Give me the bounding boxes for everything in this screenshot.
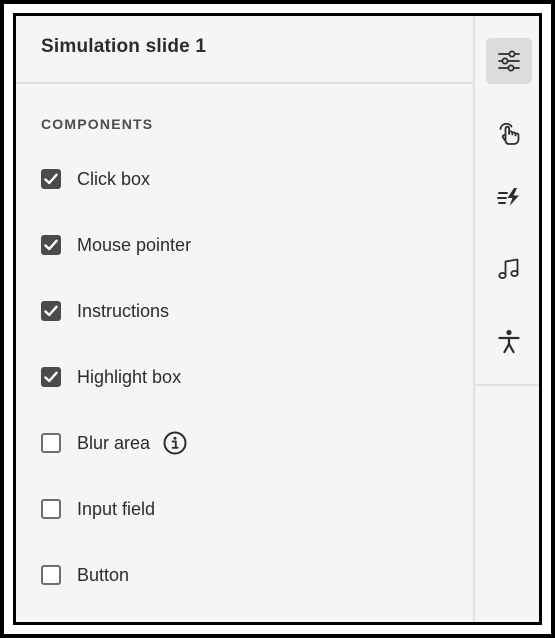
- rail-tab-interaction[interactable]: [486, 110, 532, 156]
- checkbox-label-blur-area: Blur area: [77, 432, 151, 453]
- properties-panel: Simulation slide 1 COMPONENTS Click box: [13, 13, 542, 625]
- checkmark-icon: [44, 173, 58, 185]
- checkbox-row-instructions[interactable]: Instructions: [41, 299, 169, 323]
- info-icon[interactable]: [163, 431, 187, 455]
- rail-divider: [475, 384, 539, 386]
- checkbox-input-field[interactable]: [41, 499, 61, 519]
- checkbox-row-blur-area[interactable]: Blur area: [41, 431, 187, 455]
- checkmark-icon: [44, 239, 58, 251]
- checkbox-label-button: Button: [77, 564, 130, 585]
- checkbox-label-highlight-box: Highlight box: [77, 366, 182, 387]
- panel-header: Simulation slide 1: [16, 16, 473, 84]
- rail-tab-accessibility[interactable]: [486, 318, 532, 364]
- music-note-icon: [498, 258, 519, 279]
- sliders-icon: [498, 50, 520, 72]
- components-section-label: COMPONENTS: [41, 116, 154, 132]
- checkbox-row-button[interactable]: Button: [41, 563, 129, 587]
- checkmark-icon: [44, 305, 58, 317]
- checkbox-blur-area[interactable]: [41, 433, 61, 453]
- checkbox-label-mouse-pointer: Mouse pointer: [77, 234, 192, 255]
- outer-frame: Simulation slide 1 COMPONENTS Click box: [0, 0, 555, 638]
- checkbox-button[interactable]: [41, 565, 61, 585]
- checkbox-row-click-box[interactable]: Click box: [41, 167, 150, 191]
- checkbox-row-mouse-pointer[interactable]: Mouse pointer: [41, 233, 191, 257]
- main-panel: Simulation slide 1 COMPONENTS Click box: [16, 16, 473, 622]
- transition-effect-icon: [497, 188, 519, 206]
- rail-tab-effects[interactable]: [486, 174, 532, 220]
- touch-hand-icon: [499, 122, 520, 145]
- panel-title: Simulation slide 1: [41, 36, 207, 57]
- checkbox-row-highlight-box[interactable]: Highlight box: [41, 365, 181, 389]
- checkbox-click-box[interactable]: [41, 169, 61, 189]
- checkbox-label-click-box: Click box: [77, 168, 151, 189]
- rail-tab-properties[interactable]: [486, 38, 532, 84]
- accessibility-icon: [498, 329, 520, 354]
- rail-tab-audio[interactable]: [486, 246, 532, 292]
- checkbox-highlight-box[interactable]: [41, 367, 61, 387]
- side-rail: [473, 16, 539, 622]
- checkbox-instructions[interactable]: [41, 301, 61, 321]
- checkmark-icon: [44, 371, 58, 383]
- checkbox-mouse-pointer[interactable]: [41, 235, 61, 255]
- checkbox-label-instructions: Instructions: [77, 300, 170, 321]
- checkbox-row-input-field[interactable]: Input field: [41, 497, 155, 521]
- checkbox-label-input-field: Input field: [77, 498, 156, 519]
